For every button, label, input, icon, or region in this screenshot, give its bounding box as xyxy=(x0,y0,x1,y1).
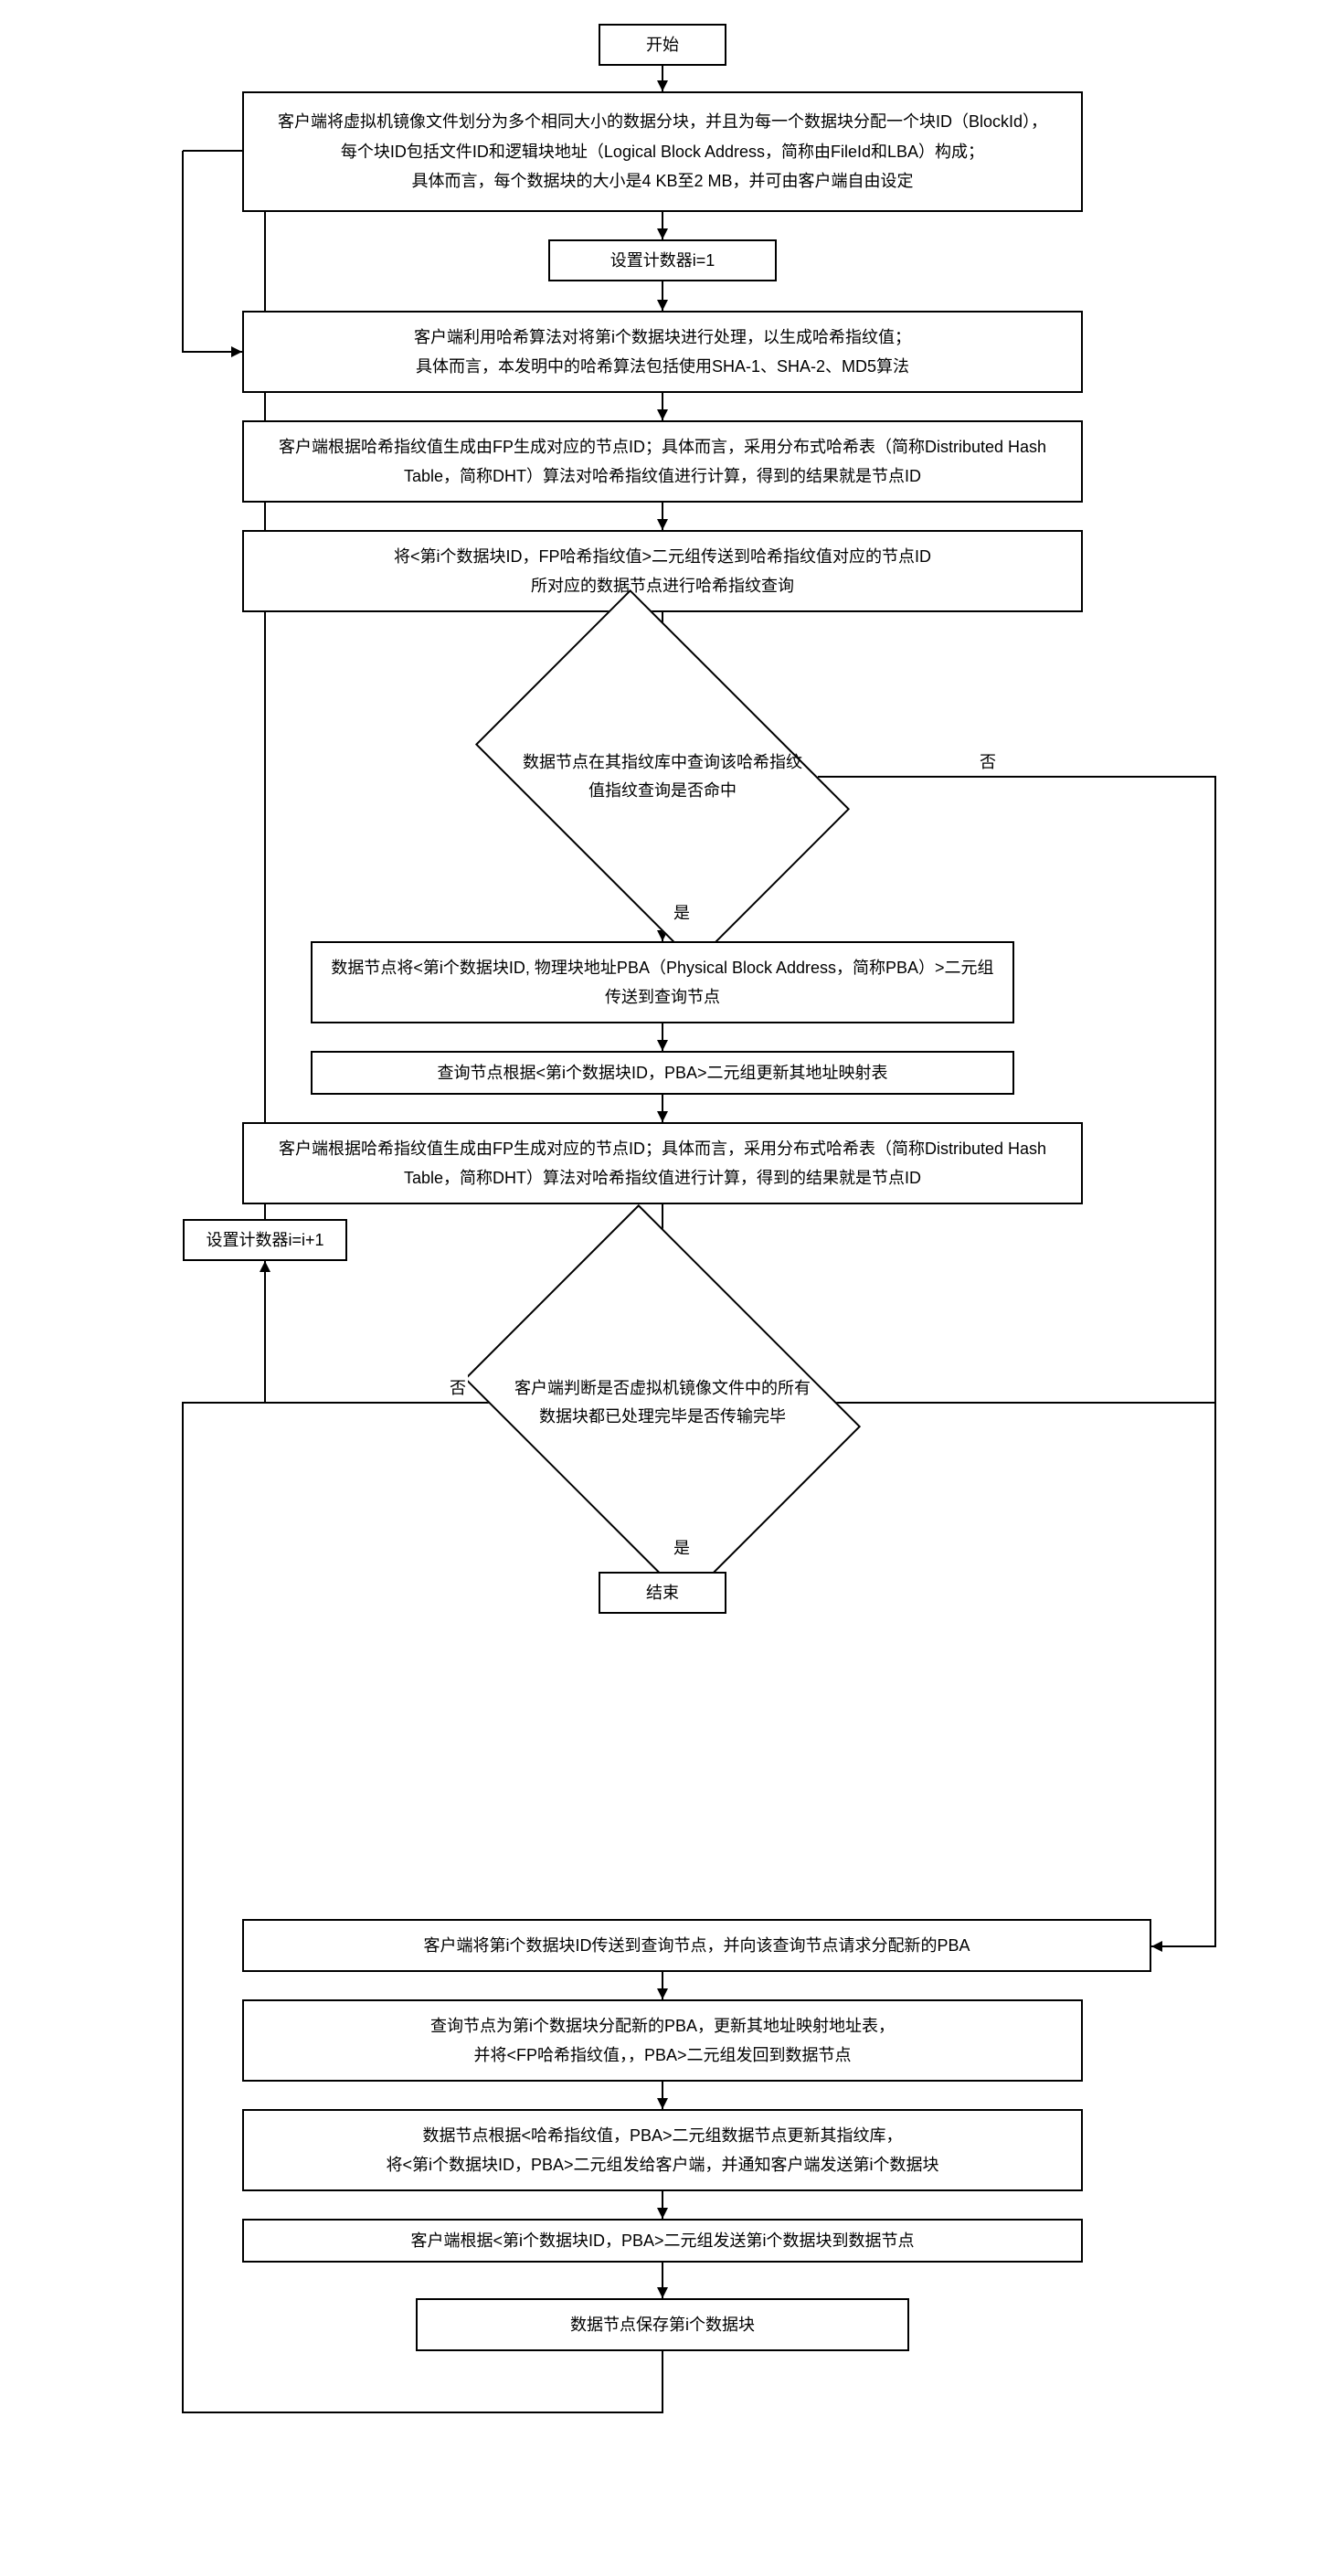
process-dht-node-id: 客户端根据哈希指纹值生成由FP生成对应的节点ID；具体而言，采用分布式哈希表（简… xyxy=(242,420,1083,503)
process-divide-blocks: 客户端将虚拟机镜像文件划分为多个相同大小的数据分块，并且为每一个数据块分配一个块… xyxy=(242,91,1083,212)
start-node: 开始 xyxy=(599,24,726,66)
n6-text: 数据节点将<第i个数据块ID, 物理块地址PBA（Physical Block … xyxy=(329,953,996,1012)
n10-text: 查询节点为第i个数据块分配新的PBA，更新其地址映射地址表， 并将<FP哈希指纹… xyxy=(430,2011,895,2071)
n11-text: 数据节点根据<哈希指纹值，PBA>二元组数据节点更新其指纹库， 将<第i个数据块… xyxy=(386,2121,938,2180)
decision-fingerprint-hit: 数据节点在其指纹库中查询该哈希指纹值指纹查询是否命中 xyxy=(507,667,818,886)
process-update-mapping: 查询节点根据<第i个数据块ID，PBA>二元组更新其地址映射表 xyxy=(311,1051,1014,1095)
end-label: 结束 xyxy=(646,1578,679,1607)
process-assign-pba: 查询节点为第i个数据块分配新的PBA，更新其地址映射地址表， 并将<FP哈希指纹… xyxy=(242,1999,1083,2082)
d2-yes-label: 是 xyxy=(672,1535,692,1559)
process-update-fingerprint-db: 数据节点根据<哈希指纹值，PBA>二元组数据节点更新其指纹库， 将<第i个数据块… xyxy=(242,2109,1083,2191)
n12-text: 客户端根据<第i个数据块ID，PBA>二元组发送第i个数据块到数据节点 xyxy=(410,2226,914,2255)
d2-no-label: 否 xyxy=(448,1375,468,1399)
n13-text: 数据节点保存第i个数据块 xyxy=(570,2310,755,2339)
d1-no-label: 否 xyxy=(978,749,998,773)
d1-yes-label: 是 xyxy=(672,900,692,924)
n2-text: 设置计数器i=1 xyxy=(610,246,716,275)
n1-text: 客户端将虚拟机镜像文件划分为多个相同大小的数据分块，并且为每一个数据块分配一个块… xyxy=(278,107,1047,196)
process-save-block: 数据节点保存第i个数据块 xyxy=(416,2298,909,2351)
n5-text: 将<第i个数据块ID，FP哈希指纹值>二元组传送到哈希指纹值对应的节点ID 所对… xyxy=(394,542,931,601)
end-node: 结束 xyxy=(599,1572,726,1614)
n4-text: 客户端根据哈希指纹值生成由FP生成对应的节点ID；具体而言，采用分布式哈希表（简… xyxy=(260,432,1065,492)
process-send-pba-tuple: 数据节点将<第i个数据块ID, 物理块地址PBA（Physical Block … xyxy=(311,941,1014,1023)
inc-text: 设置计数器i=i+1 xyxy=(206,1225,323,1255)
start-label: 开始 xyxy=(646,30,679,59)
n8-text: 客户端根据哈希指纹值生成由FP生成对应的节点ID；具体而言，采用分布式哈希表（简… xyxy=(260,1134,1065,1193)
process-send-tuple: 将<第i个数据块ID，FP哈希指纹值>二元组传送到哈希指纹值对应的节点ID 所对… xyxy=(242,530,1083,612)
d1-text: 数据节点在其指纹库中查询该哈希指纹值指纹查询是否命中 xyxy=(507,748,818,804)
process-request-new-pba: 客户端将第i个数据块ID传送到查询节点，并向该查询节点请求分配新的PBA xyxy=(242,1919,1151,1972)
decision-all-processed: 客户端判断是否虚拟机镜像文件中的所有数据块都已处理完毕是否传输完毕 xyxy=(505,1279,820,1526)
d2-text: 客户端判断是否虚拟机镜像文件中的所有数据块都已处理完毕是否传输完毕 xyxy=(505,1374,820,1430)
process-dht-node-id-2: 客户端根据哈希指纹值生成由FP生成对应的节点ID；具体而言，采用分布式哈希表（简… xyxy=(242,1122,1083,1204)
n9-text: 客户端将第i个数据块ID传送到查询节点，并向该查询节点请求分配新的PBA xyxy=(423,1931,970,1960)
process-increment-counter: 设置计数器i=i+1 xyxy=(183,1219,347,1261)
n3-text: 客户端利用哈希算法对将第i个数据块进行处理，以生成哈希指纹值； 具体而言，本发明… xyxy=(414,323,911,382)
process-client-send-block: 客户端根据<第i个数据块ID，PBA>二元组发送第i个数据块到数据节点 xyxy=(242,2219,1083,2263)
process-hash-block: 客户端利用哈希算法对将第i个数据块进行处理，以生成哈希指纹值； 具体而言，本发明… xyxy=(242,311,1083,393)
process-init-counter: 设置计数器i=1 xyxy=(548,239,777,281)
n7-text: 查询节点根据<第i个数据块ID，PBA>二元组更新其地址映射表 xyxy=(437,1058,887,1087)
